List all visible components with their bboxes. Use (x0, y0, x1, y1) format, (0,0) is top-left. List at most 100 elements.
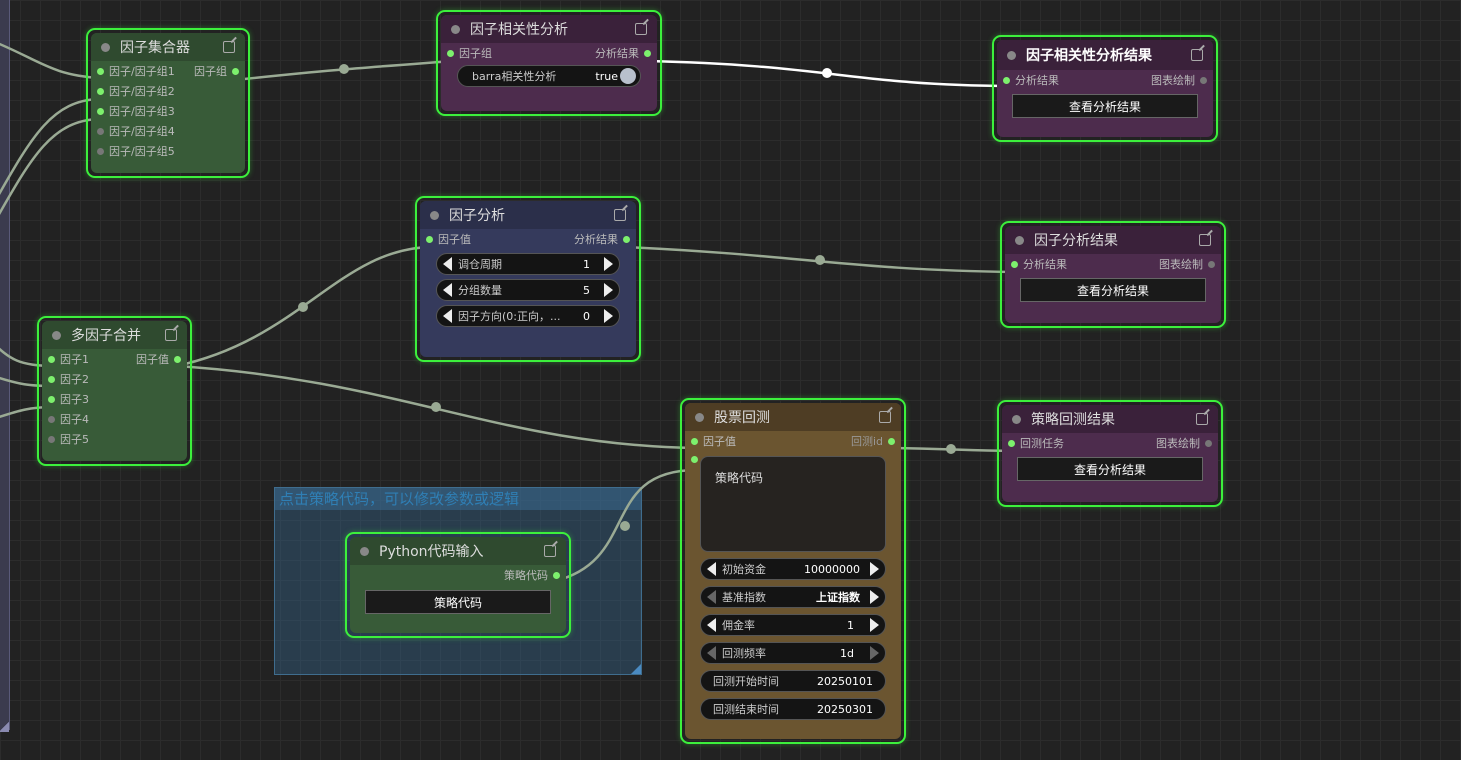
toggle-knob[interactable] (620, 68, 636, 84)
increment-arrow-icon[interactable] (870, 618, 879, 632)
initial-capital-stepper[interactable]: 初始资金 10000000 (700, 558, 886, 580)
output-pin[interactable] (888, 437, 895, 445)
increment-arrow-icon[interactable] (870, 590, 879, 604)
group-title[interactable]: 点击策略代码，可以修改参数或逻辑 (275, 488, 641, 510)
node-title-bar[interactable]: Python代码输入 (350, 537, 566, 565)
output-label: 分析结果 (595, 47, 639, 60)
node-backtest-result[interactable]: 策略回测结果 回测任务 图表绘制 查看分析结果 (997, 400, 1223, 507)
decrement-arrow-icon[interactable] (707, 618, 716, 632)
node-factor-analysis[interactable]: 因子分析 因子值 分析结果 调仓周期 1 分组数量 5 因子方向(0:正向，..… (415, 196, 641, 362)
commission-rate-stepper[interactable]: 佣金率 1 (700, 614, 886, 636)
node-title-bar[interactable]: 因子分析 (420, 201, 636, 229)
input-pin[interactable] (691, 437, 698, 445)
node-title-bar[interactable]: 因子相关性分析结果 (997, 40, 1213, 70)
increment-arrow-icon[interactable] (604, 309, 613, 323)
input-pin[interactable] (97, 107, 104, 115)
node-correlation-analysis[interactable]: 因子相关性分析 因子组 分析结果 barra相关性分析 true (436, 10, 662, 116)
decrement-arrow-icon[interactable] (443, 309, 452, 323)
edit-icon[interactable] (165, 329, 177, 341)
edit-icon[interactable] (1199, 234, 1211, 246)
edit-icon[interactable] (1196, 413, 1208, 425)
view-result-button[interactable]: 查看分析结果 (1017, 457, 1203, 481)
input-pin[interactable] (1008, 439, 1015, 447)
slot-row: 因子值 分析结果 (420, 229, 636, 249)
barra-toggle[interactable]: barra相关性分析 true (457, 65, 641, 87)
output-pin[interactable] (174, 355, 181, 363)
node-title-bar[interactable]: 因子集合器 (91, 33, 245, 61)
decrement-arrow-icon[interactable] (443, 257, 452, 271)
input-pin[interactable] (97, 127, 104, 135)
collapse-dot-icon[interactable] (52, 330, 61, 340)
input-pin[interactable] (48, 395, 55, 403)
collapse-dot-icon[interactable] (360, 546, 369, 556)
output-pin[interactable] (623, 235, 630, 243)
node-python-code-input[interactable]: Python代码输入 策略代码 策略代码 (345, 532, 571, 638)
input-pin[interactable] (97, 147, 104, 155)
decrement-arrow-icon[interactable] (707, 562, 716, 576)
decrement-arrow-icon[interactable] (707, 590, 716, 604)
edit-icon[interactable] (223, 41, 235, 53)
collapse-dot-icon[interactable] (430, 210, 439, 220)
view-result-button[interactable]: 查看分析结果 (1020, 278, 1206, 302)
strategy-code-box[interactable]: 策略代码 (700, 456, 886, 552)
strategy-code-input-pin[interactable] (691, 455, 698, 463)
input-pin[interactable] (447, 49, 454, 57)
decrement-arrow-icon[interactable] (443, 283, 452, 297)
backtest-start-date-field[interactable]: 回测开始时间 20250101 (700, 670, 886, 692)
slot-row: 因子5 (42, 429, 187, 449)
output-pin[interactable] (644, 49, 651, 57)
factor-direction-stepper[interactable]: 因子方向(0:正向，... 0 (436, 305, 620, 327)
collapse-dot-icon[interactable] (695, 412, 704, 422)
slot-row: 因子3 (42, 389, 187, 409)
input-pin[interactable] (48, 375, 55, 383)
group-resize-handle[interactable] (631, 664, 641, 674)
output-pin[interactable] (1208, 260, 1215, 268)
edit-icon[interactable] (879, 411, 891, 423)
input-pin[interactable] (97, 67, 104, 75)
input-pin[interactable] (97, 87, 104, 95)
increment-arrow-icon[interactable] (870, 646, 879, 660)
node-title-bar[interactable]: 策略回测结果 (1002, 405, 1218, 433)
input-pin[interactable] (48, 435, 55, 443)
collapse-dot-icon[interactable] (1012, 414, 1021, 424)
benchmark-index-select[interactable]: 基准指数 上证指数 (700, 586, 886, 608)
output-pin[interactable] (232, 67, 239, 75)
backtest-frequency-select[interactable]: 回测频率 1d (700, 642, 886, 664)
input-pin[interactable] (1003, 76, 1010, 84)
node-title: 策略回测结果 (1031, 412, 1115, 428)
input-pin[interactable] (48, 355, 55, 363)
output-pin[interactable] (1205, 439, 1212, 447)
input-pin[interactable] (48, 415, 55, 423)
view-result-button[interactable]: 查看分析结果 (1012, 94, 1198, 118)
node-multi-factor-merge[interactable]: 多因子合并 因子1 因子值 因子2 因子3 因子4 因子5 (37, 316, 192, 466)
output-pin[interactable] (1200, 76, 1207, 84)
edit-icon[interactable] (1191, 49, 1203, 61)
node-correlation-result[interactable]: 因子相关性分析结果 分析结果 图表绘制 查看分析结果 (992, 35, 1218, 142)
decrement-arrow-icon[interactable] (707, 646, 716, 660)
node-title-bar[interactable]: 多因子合并 (42, 321, 187, 349)
input-pin[interactable] (426, 235, 433, 243)
node-stock-backtest[interactable]: 股票回测 因子值 回测id 策略代码 初始资金 10000000 基准指数 上证… (680, 398, 906, 744)
edit-icon[interactable] (614, 209, 626, 221)
node-factor-analysis-result[interactable]: 因子分析结果 分析结果 图表绘制 查看分析结果 (1000, 221, 1226, 328)
node-title-bar[interactable]: 因子相关性分析 (441, 15, 657, 43)
node-factor-collector[interactable]: 因子集合器 因子/因子组1 因子组 因子/因子组2 因子/因子组3 因子/因子组… (86, 28, 250, 178)
collapse-dot-icon[interactable] (101, 42, 110, 52)
collapse-dot-icon[interactable] (1007, 50, 1016, 60)
output-pin[interactable] (553, 571, 560, 579)
left-panel-resize-handle[interactable] (0, 720, 9, 732)
strategy-code-button[interactable]: 策略代码 (365, 590, 551, 614)
edit-icon[interactable] (635, 23, 647, 35)
collapse-dot-icon[interactable] (1015, 235, 1024, 245)
increment-arrow-icon[interactable] (870, 562, 879, 576)
node-title-bar[interactable]: 因子分析结果 (1005, 226, 1221, 254)
node-title-bar[interactable]: 股票回测 (685, 403, 901, 431)
collapse-dot-icon[interactable] (451, 24, 460, 34)
backtest-end-date-field[interactable]: 回测结束时间 20250301 (700, 698, 886, 720)
edit-icon[interactable] (544, 545, 556, 557)
group-count-stepper[interactable]: 分组数量 5 (436, 279, 620, 301)
increment-arrow-icon[interactable] (604, 283, 613, 297)
rebalance-period-stepper[interactable]: 调仓周期 1 (436, 253, 620, 275)
input-pin[interactable] (1011, 260, 1018, 268)
increment-arrow-icon[interactable] (604, 257, 613, 271)
